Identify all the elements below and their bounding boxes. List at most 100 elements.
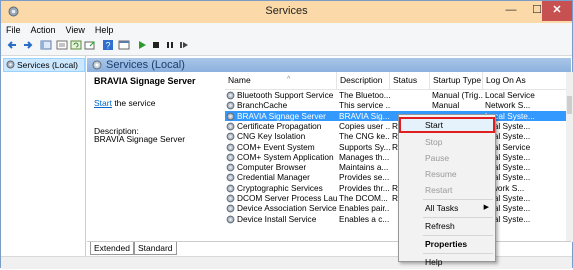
context-menu: Start Stop Pause Resume Restart All Tasks ▶ Ref… (398, 114, 496, 267)
start-icon[interactable] (135, 39, 149, 52)
show-tree-icon[interactable] (39, 39, 53, 52)
tree-item-services-local[interactable]: Services (Local) (3, 58, 85, 72)
menu-item-all-tasks[interactable]: All Tasks ▶ (399, 200, 495, 216)
table-cell-description: Provides thr... (339, 182, 390, 193)
table-cell-name: Certificate Propagation (237, 120, 322, 131)
close-button[interactable]: ✕ (542, 1, 572, 21)
service-gear-icon (226, 215, 235, 223)
table-cell-log-on-as: Local Service (485, 90, 535, 100)
minimize-button[interactable]: — (498, 1, 524, 21)
menu-help[interactable]: Help (90, 23, 119, 37)
menu-separator (423, 253, 493, 254)
table-cell-log-on-as: Local Syste... (485, 110, 535, 121)
service-gear-icon (226, 122, 235, 131)
menu-item-label: Resume (425, 169, 457, 179)
menu-item-start[interactable]: Start (399, 117, 495, 133)
table-cell-log-on-as: Network S... (485, 100, 531, 111)
services-gear-icon (92, 60, 102, 70)
pause-icon[interactable] (163, 39, 177, 52)
pane-header-label: Services (Local) (106, 59, 185, 71)
services-gear-icon (6, 60, 15, 69)
service-gear-icon (226, 204, 235, 213)
service-gear-icon (226, 173, 235, 182)
table-cell-description: The DCOM... (339, 193, 388, 203)
column-header-status[interactable]: Status (390, 72, 430, 89)
table-cell-startup-type: Manual (432, 100, 460, 111)
menu-item-properties[interactable]: Properties (399, 236, 495, 252)
table-cell-description: Supports Sy... (339, 141, 390, 152)
table-cell-description: Manages th... (339, 151, 390, 162)
table-row[interactable]: BranchCache This service ... Manual Network… (225, 100, 573, 110)
table-cell-description: BRAVIA Sig... (339, 110, 390, 121)
column-header-startup-type[interactable]: Startup Type (430, 72, 483, 89)
service-gear-icon (226, 194, 235, 203)
export-icon[interactable] (83, 39, 97, 52)
table-cell-log-on-as: ocal Syste... (485, 172, 531, 183)
start-service-line: Start the service (94, 98, 155, 108)
tab-extended[interactable]: Extended (90, 242, 134, 255)
service-gear-icon (226, 163, 235, 172)
table-cell-log-on-as: etwork S... (485, 182, 525, 193)
tree-item-label: Services (Local) (17, 60, 78, 70)
tab-standard[interactable]: Standard (134, 242, 177, 255)
menu-item-label: All Tasks (425, 203, 459, 213)
menu-item-refresh[interactable]: Refresh (399, 218, 495, 234)
menu-item-label: Properties (425, 239, 468, 249)
view-tabs: Extended Standard (87, 241, 571, 256)
properties-icon[interactable] (55, 39, 69, 52)
service-gear-icon (226, 101, 235, 110)
service-gear-icon (226, 184, 235, 193)
menu-bar: File Action View Help (1, 23, 572, 37)
menu-item-label: Pause (425, 153, 450, 163)
vertical-scrollbar[interactable] (566, 72, 573, 242)
menu-item-pause[interactable]: Pause (399, 150, 495, 166)
service-gear-icon (226, 132, 235, 141)
menu-file[interactable]: File (1, 23, 26, 37)
stop-icon[interactable] (149, 39, 163, 52)
table-cell-log-on-as: ocal Syste... (485, 193, 531, 203)
table-cell-log-on-as: ocal Syste... (485, 203, 531, 214)
menu-item-restart[interactable]: Restart (399, 182, 495, 198)
menu-item-label: Restart (425, 185, 453, 195)
column-header-name[interactable]: Name ^ (225, 72, 337, 89)
table-row[interactable]: Bluetooth Support Service The Bluetoo... M… (225, 90, 573, 100)
pane-header: Services (Local) (87, 58, 571, 72)
table-cell-name: COM+ System Application (237, 151, 334, 162)
table-cell-description: Provides se... (339, 172, 390, 183)
menu-item-stop[interactable]: Stop (399, 134, 495, 150)
menu-view[interactable]: View (61, 23, 90, 37)
help-icon[interactable]: ? (101, 39, 115, 52)
menu-action[interactable]: Action (26, 23, 61, 37)
menu-item-label: Help (425, 257, 443, 267)
table-cell-description: Copies user ... (339, 120, 390, 131)
restart-icon[interactable] (177, 39, 191, 52)
table-cell-startup-type: Manual (Trig... (432, 90, 483, 100)
service-gear-icon (226, 143, 235, 151)
console-tree: Services (Local) (1, 56, 86, 256)
submenu-arrow-icon: ▶ (483, 204, 489, 211)
title-bar[interactable]: Services — ☐ ✕ (1, 1, 572, 23)
description-value: BRAVIA Signage Server (94, 134, 186, 144)
menu-item-resume[interactable]: Resume (399, 166, 495, 182)
table-cell-name: BranchCache (237, 100, 288, 111)
table-cell-name: Credential Manager (237, 172, 310, 183)
table-cell-name: Cryptographic Services (237, 182, 323, 193)
column-header-log-on-as[interactable]: Log On As (483, 72, 573, 89)
start-service-suffix: the service (111, 98, 156, 108)
refresh-icon[interactable] (69, 39, 83, 52)
start-service-link[interactable]: Start (94, 98, 112, 108)
scrollbar-thumb[interactable] (567, 96, 572, 114)
forward-icon[interactable] (21, 39, 35, 52)
menu-separator (423, 235, 493, 236)
table-cell-log-on-as: ocal Syste... (485, 120, 531, 131)
table-cell-log-on-as: ocal Syste... (485, 131, 531, 142)
console-icon[interactable] (117, 39, 131, 52)
table-cell-description: The CNG ke... (339, 131, 390, 142)
service-gear-icon (226, 112, 235, 120)
back-icon[interactable] (5, 39, 19, 52)
table-cell-log-on-as: ocal Syste... (485, 151, 531, 162)
column-header-description[interactable]: Description (337, 72, 390, 89)
table-cell-name: Device Install Service (237, 213, 317, 224)
table-cell-description: This service ... (339, 100, 390, 111)
table-cell-description: Maintains a... (339, 162, 389, 173)
